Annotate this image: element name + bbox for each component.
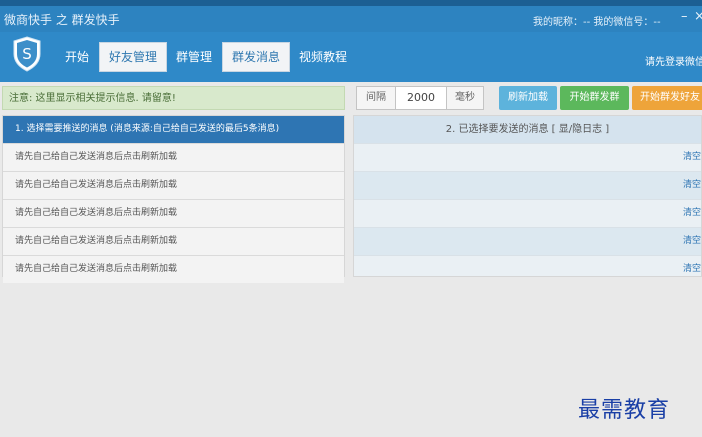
watermark-text: 最需教育 [578, 398, 671, 423]
nav-tab-start[interactable]: 开始 [58, 42, 96, 72]
start-friend-send-button[interactable]: 开始群发好友 [632, 86, 702, 110]
nav-tab-mass-message[interactable]: 群发消息 [222, 42, 290, 72]
nav-bar: S 开始 好友管理 群管理 群发消息 视频教程 请先登录微信 [0, 32, 702, 82]
nav-tab-group-management[interactable]: 群管理 [170, 42, 218, 72]
clear-link[interactable]: 清空 [683, 144, 701, 170]
title-bar: 微商快手 之 群发快手 我的昵称：-- 我的微信号：-- – × [0, 6, 702, 32]
selected-message-row: 清空 [354, 199, 701, 227]
clear-link[interactable]: 清空 [683, 256, 701, 282]
message-source-row[interactable]: 请先自己给自己发送消息后点击刷新加载 [3, 227, 344, 255]
selected-message-row: 清空 [354, 227, 701, 255]
interval-control: 间隔 2000 毫秒 [356, 86, 484, 110]
selected-message-row: 清空 [354, 143, 701, 171]
start-group-send-button[interactable]: 开始群发群 [560, 86, 629, 110]
nav-tab-video-tutorial[interactable]: 视频教程 [292, 42, 354, 72]
nav-tab-friend-management[interactable]: 好友管理 [99, 42, 167, 72]
refresh-button[interactable]: 刷新加载 [499, 86, 557, 110]
interval-unit: 毫秒 [455, 92, 475, 103]
logo-letter: S [22, 45, 32, 63]
clear-link[interactable]: 清空 [683, 200, 701, 226]
interval-label: 间隔 [357, 87, 396, 109]
login-prompt-link[interactable]: 请先登录微信 [645, 53, 702, 68]
message-source-row[interactable]: 请先自己给自己发送消息后点击刷新加载 [3, 255, 344, 283]
selected-messages-header[interactable]: 2. 已选择要发送的消息 [ 显/隐日志 ] [354, 116, 701, 143]
message-source-row[interactable]: 请先自己给自己发送消息后点击刷新加载 [3, 199, 344, 227]
selected-message-row: 清空 [354, 171, 701, 199]
app-title: 微商快手 之 群发快手 [4, 13, 120, 27]
selected-messages-panel: 2. 已选择要发送的消息 [ 显/隐日志 ] 清空 清空 清空 清空 清空 [353, 115, 702, 277]
minimize-button[interactable]: – [681, 9, 688, 24]
interval-input[interactable]: 2000 [396, 87, 447, 109]
close-button[interactable]: × [694, 9, 702, 24]
message-source-panel: 1. 选择需要推送的消息 (消息来源:自己给自己发送的最后5条消息) 请先自己给… [2, 115, 345, 283]
app-logo-shield-icon: S [13, 36, 41, 72]
message-source-header: 1. 选择需要推送的消息 (消息来源:自己给自己发送的最后5条消息) [3, 116, 344, 143]
notice-bar: 注意: 这里显示相关提示信息. 请留意! [2, 86, 345, 110]
clear-link[interactable]: 清空 [683, 172, 701, 198]
clear-link[interactable]: 清空 [683, 228, 701, 254]
user-info: 我的昵称：-- 我的微信号：-- [533, 17, 661, 28]
selected-message-row: 清空 [354, 255, 701, 283]
message-source-row[interactable]: 请先自己给自己发送消息后点击刷新加载 [3, 143, 344, 171]
message-source-row[interactable]: 请先自己给自己发送消息后点击刷新加载 [3, 171, 344, 199]
